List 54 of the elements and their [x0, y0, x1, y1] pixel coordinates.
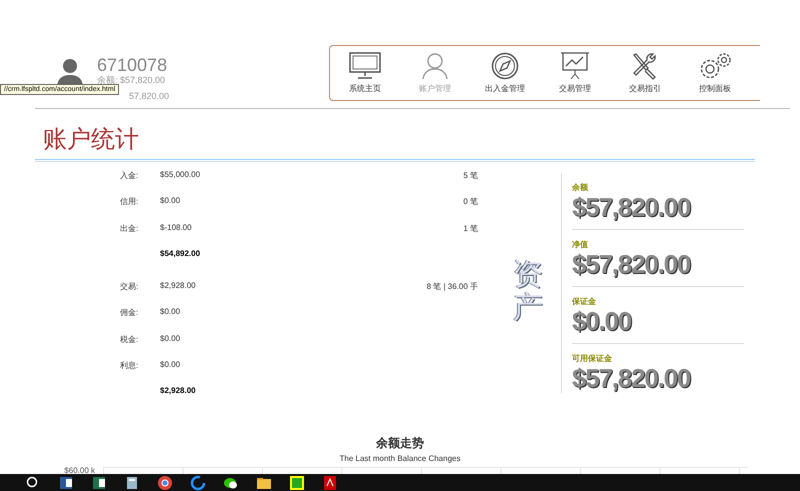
stat-value: $2,928.00: [160, 281, 197, 290]
page-title: 账户统计: [43, 125, 139, 155]
stat-label: 出金:: [120, 222, 140, 234]
summary-label: 保证金: [572, 296, 597, 307]
stat-value: $0.00: [160, 307, 182, 316]
y-axis-label: $60.00 k: [63, 466, 96, 475]
stat-count: 5 笔: [463, 170, 478, 181]
summary-label: 可用保证金: [572, 353, 613, 364]
spreadsheet-icon[interactable]: [91, 474, 107, 490]
stat-value: $0.00: [160, 360, 182, 370]
monitor-icon: [349, 52, 381, 80]
stat-value: $0.00: [160, 334, 182, 343]
stat-label: 佣金:: [120, 307, 140, 318]
nav-item[interactable]: 交易指引: [610, 52, 680, 94]
compass-icon: [491, 52, 519, 80]
stat-count: 1 笔: [463, 222, 478, 234]
account-number: 6710078: [97, 55, 168, 75]
balance-line: 57,820.00: [128, 91, 170, 102]
pdf-icon[interactable]: [322, 474, 338, 490]
total-value: $2,928.00: [160, 386, 197, 396]
summary-value: $57,820.00: [572, 193, 692, 221]
stat-value: $-108.00: [160, 222, 193, 232]
total-value: $54,892.00: [160, 248, 202, 258]
nav-item[interactable]: 系统主页: [330, 52, 400, 94]
nav-item[interactable]: 控制面板: [680, 52, 750, 94]
summary-label: 净值: [572, 239, 589, 250]
summary-value: $57,820.00: [572, 364, 692, 392]
person-icon: [421, 52, 449, 80]
summary-value: $57,820.00: [572, 250, 692, 278]
nav-item[interactable]: 交易管理: [540, 52, 610, 94]
stat-label: 税金:: [120, 334, 140, 345]
chart-board-icon: [560, 52, 590, 80]
stat-label: 入金:: [120, 170, 140, 181]
summary-label: 余额: [572, 182, 589, 193]
assets-heading: 资产: [513, 258, 543, 324]
chart-title: 余额走势: [376, 434, 424, 452]
stat-value: $0.00: [160, 196, 182, 206]
nav-item[interactable]: 出入金管理: [470, 52, 540, 94]
stat-count: 0 笔: [463, 196, 478, 208]
stat-value: $55,000.00: [160, 170, 202, 179]
refresh-icon[interactable]: [190, 474, 206, 490]
stat-label: 交易:: [120, 281, 140, 292]
notepad-icon[interactable]: [124, 474, 140, 490]
gears-icon: [698, 52, 732, 80]
stat-label: 信用:: [120, 196, 140, 208]
balance-line: 余额: $57,820.00: [97, 75, 166, 86]
app-icon[interactable]: [289, 474, 305, 490]
stat-count: 8 笔 | 36.00 手: [426, 281, 478, 292]
chart-subtitle: The Last month Balance Changes: [340, 454, 460, 463]
tools-icon: [631, 52, 659, 80]
browser-icon[interactable]: [157, 474, 173, 490]
stat-label: 利息:: [120, 360, 140, 372]
summary-value: $0.00: [572, 307, 632, 335]
document-icon[interactable]: [58, 474, 74, 490]
